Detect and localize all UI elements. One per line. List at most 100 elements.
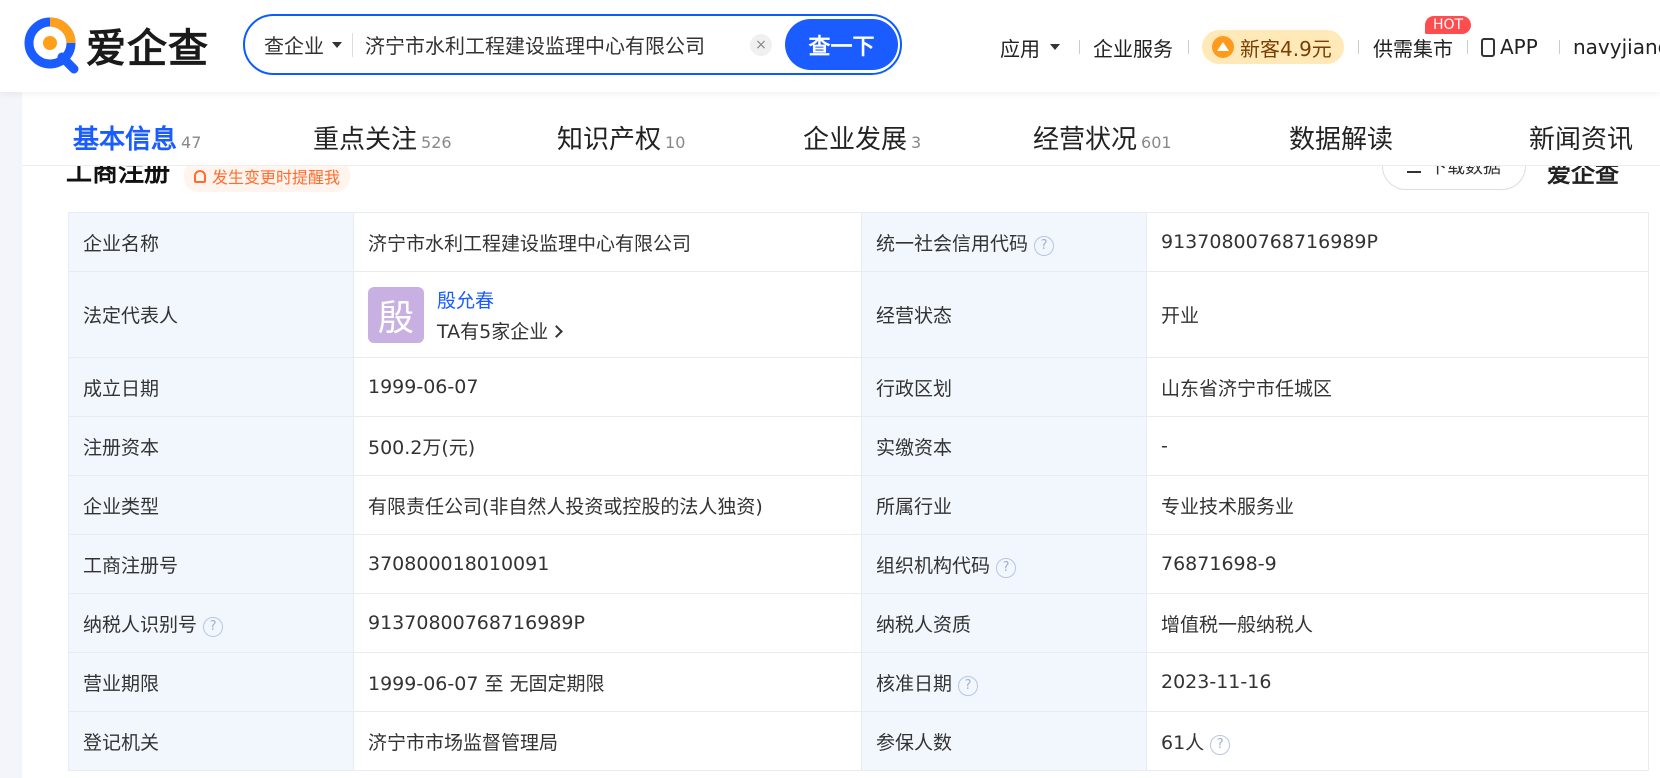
avatar[interactable]: 殷 bbox=[368, 286, 424, 343]
nav-user[interactable]: navyjiang0 bbox=[1573, 30, 1660, 64]
nav-promo[interactable]: 新客4.9元 bbox=[1202, 30, 1344, 64]
chevron-right-icon bbox=[550, 324, 564, 338]
help-icon[interactable]: ? bbox=[996, 557, 1017, 578]
org-code-value: 76871698-9 bbox=[1146, 534, 1649, 594]
nav-divider bbox=[1467, 40, 1468, 54]
legal-rep-label: 法定代表人 bbox=[68, 271, 354, 358]
table-row: 注册资本 500.2万(元) 实缴资本 - bbox=[68, 416, 1649, 476]
table-row: 营业期限 1999-06-07 至 无固定期限 核准日期? 2023-11-16 bbox=[68, 652, 1649, 712]
tab-count: 3 bbox=[911, 133, 922, 152]
legal-rep: 殷 殷允春 TA有5家企业 bbox=[368, 286, 847, 344]
paid-capital-label: 实缴资本 bbox=[861, 416, 1147, 476]
tab-data-insights[interactable]: 数据解读 bbox=[1289, 119, 1393, 156]
tab-label: 基本信息 bbox=[73, 125, 178, 155]
tab-news[interactable]: 新闻资讯 bbox=[1529, 119, 1633, 156]
industry-value: 专业技术服务业 bbox=[1146, 475, 1649, 535]
taxpayer-id-label: 纳税人识别号 bbox=[83, 613, 198, 636]
reg-no-value: 370800018010091 bbox=[353, 534, 862, 594]
approval-label: 核准日期 bbox=[876, 672, 953, 695]
org-code-label: 组织机构代码 bbox=[876, 554, 991, 577]
top-navigation-bar: 爱企查 查企业 × 查一下 应用 企业服务 新客4.9元 供需集市 APP n bbox=[0, 0, 1660, 92]
nav-app-label: APP bbox=[1500, 35, 1538, 59]
nav-apps[interactable]: 应用 bbox=[1000, 30, 1060, 64]
insured-label: 参保人数 bbox=[861, 711, 1147, 771]
nav-divider bbox=[1188, 40, 1189, 54]
taxpayer-id-value: 91370800768716989P bbox=[353, 593, 862, 653]
chevron-down-icon bbox=[1050, 44, 1060, 50]
tab-key-focus[interactable]: 重点关注 526 bbox=[313, 119, 452, 156]
tab-label: 重点关注 bbox=[313, 125, 418, 155]
reg-no-label: 工商注册号 bbox=[68, 534, 354, 594]
region-value: 山东省济宁市任城区 bbox=[1146, 357, 1649, 417]
status-value: 开业 bbox=[1146, 271, 1649, 358]
term-label: 营业期限 bbox=[68, 652, 354, 712]
tab-label: 经营状况 bbox=[1033, 125, 1138, 155]
company-name-value: 济宁市水利工程建设监理中心有限公司 bbox=[353, 212, 862, 272]
hot-badge: HOT bbox=[1425, 16, 1472, 34]
help-icon[interactable]: ? bbox=[1034, 235, 1055, 256]
authority-value: 济宁市市场监督管理局 bbox=[353, 711, 862, 771]
approval-value: 2023-11-16 bbox=[1146, 652, 1649, 712]
change-alert-label: 发生变更时提醒我 bbox=[212, 168, 341, 187]
capital-label: 注册资本 bbox=[68, 416, 354, 476]
tab-count: 601 bbox=[1141, 133, 1172, 152]
legal-rep-companies-link[interactable]: TA有5家企业 bbox=[437, 317, 564, 344]
founded-label: 成立日期 bbox=[68, 357, 354, 417]
company-name-label: 企业名称 bbox=[68, 212, 354, 272]
page-gutter bbox=[0, 92, 22, 778]
help-icon[interactable]: ? bbox=[203, 616, 224, 637]
table-row: 企业类型 有限责任公司(非自然人投资或控股的法人独资) 所属行业 专业技术服务业 bbox=[68, 475, 1649, 535]
legal-rep-info: 殷允春 TA有5家企业 bbox=[437, 286, 564, 344]
nav-divider bbox=[1079, 40, 1080, 54]
region-label: 行政区划 bbox=[861, 357, 1147, 417]
authority-label: 登记机关 bbox=[68, 711, 354, 771]
section-tabs: 基本信息 47 重点关注 526 知识产权 10 企业发展 3 经营状况 601 数据解读… bbox=[22, 92, 1660, 166]
insured-value: 61人 bbox=[1161, 731, 1205, 754]
table-row: 成立日期 1999-06-07 行政区划 山东省济宁市任城区 bbox=[68, 357, 1649, 417]
company-type-value: 有限责任公司(非自然人投资或控股的法人独资) bbox=[353, 475, 862, 535]
table-row: 工商注册号 370800018010091 组织机构代码? 76871698-9 bbox=[68, 534, 1649, 594]
registration-table: 企业名称 济宁市水利工程建设监理中心有限公司 统一社会信用代码? 9137080… bbox=[68, 212, 1649, 771]
term-value: 1999-06-07 至 无固定期限 bbox=[353, 652, 862, 712]
taxpayer-qual-label: 纳税人资质 bbox=[861, 593, 1147, 653]
credit-code-value: 91370800768716989P bbox=[1146, 212, 1649, 272]
top-nav: 应用 企业服务 新客4.9元 供需集市 APP navyjiang0 bbox=[0, 30, 1660, 64]
table-row: 登记机关 济宁市市场监督管理局 参保人数 61人? bbox=[68, 711, 1649, 771]
table-row: 纳税人识别号? 91370800768716989P 纳税人资质 增值税一般纳税… bbox=[68, 593, 1649, 653]
legal-rep-companies-label: TA有5家企业 bbox=[437, 320, 549, 343]
founded-value: 1999-06-07 bbox=[353, 357, 862, 417]
nav-enterprise-service[interactable]: 企业服务 bbox=[1093, 30, 1173, 64]
nav-promo-label: 新客4.9元 bbox=[1240, 36, 1332, 61]
tab-basic-info[interactable]: 基本信息 47 bbox=[73, 119, 201, 156]
legal-rep-name-link[interactable]: 殷允春 bbox=[437, 286, 561, 313]
tab-ip[interactable]: 知识产权 10 bbox=[557, 119, 685, 156]
table-row: 企业名称 济宁市水利工程建设监理中心有限公司 统一社会信用代码? 9137080… bbox=[68, 212, 1649, 272]
credit-code-label: 统一社会信用代码 bbox=[876, 232, 1029, 255]
help-icon[interactable]: ? bbox=[1210, 734, 1231, 755]
tab-label: 知识产权 bbox=[557, 125, 662, 155]
tab-label: 企业发展 bbox=[803, 125, 908, 155]
taxpayer-id-label-cell: 纳税人识别号? bbox=[68, 593, 354, 653]
tab-development[interactable]: 企业发展 3 bbox=[803, 119, 921, 156]
capital-value: 500.2万(元) bbox=[353, 416, 862, 476]
tab-label: 数据解读 bbox=[1289, 125, 1394, 155]
tab-label: 新闻资讯 bbox=[1529, 125, 1634, 155]
help-icon[interactable]: ? bbox=[958, 675, 979, 696]
industry-label: 所属行业 bbox=[861, 475, 1147, 535]
org-code-label-cell: 组织机构代码? bbox=[861, 534, 1147, 594]
phone-icon bbox=[1481, 37, 1495, 57]
paid-capital-value: - bbox=[1146, 416, 1649, 476]
table-row: 法定代表人 殷 殷允春 TA有5家企业 经营状态 开业 bbox=[68, 271, 1649, 358]
insured-cell: 61人? bbox=[1146, 711, 1649, 771]
nav-supply[interactable]: 供需集市 bbox=[1373, 30, 1453, 64]
tab-count: 526 bbox=[421, 133, 452, 152]
nav-apps-label: 应用 bbox=[1000, 36, 1040, 61]
nav-app[interactable]: APP bbox=[1481, 30, 1538, 64]
legal-rep-cell: 殷 殷允春 TA有5家企业 bbox=[353, 271, 862, 358]
credit-code-label-cell: 统一社会信用代码? bbox=[861, 212, 1147, 272]
nav-divider bbox=[1358, 40, 1359, 54]
tab-operations[interactable]: 经营状况 601 bbox=[1033, 119, 1172, 156]
taxpayer-qual-value: 增值税一般纳税人 bbox=[1146, 593, 1649, 653]
approval-label-cell: 核准日期? bbox=[861, 652, 1147, 712]
status-label: 经营状态 bbox=[861, 271, 1147, 358]
